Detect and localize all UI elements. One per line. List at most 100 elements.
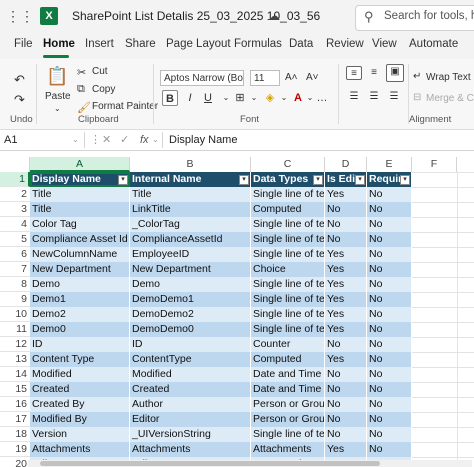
cell-data-type[interactable]: Single line of text xyxy=(251,322,325,337)
cell-is-edit[interactable]: Yes xyxy=(325,322,367,337)
cell-display-name[interactable]: Attachments xyxy=(30,442,130,457)
row-header[interactable]: 19 xyxy=(0,442,30,457)
align-center-icon[interactable]: ☰ xyxy=(366,90,382,104)
merge-icon[interactable]: ⊟ xyxy=(413,92,421,103)
filter-dropdown-icon[interactable]: ▾ xyxy=(239,175,249,185)
tab-formulas[interactable]: Formulas xyxy=(234,38,282,50)
redo-icon[interactable]: ↷ xyxy=(14,92,25,108)
wrap-text-button[interactable]: Wrap Text xyxy=(426,72,471,83)
tab-home[interactable]: Home xyxy=(43,38,75,50)
cell-internal-name[interactable]: New Department xyxy=(130,262,251,277)
cell-data-type[interactable]: Single line of text xyxy=(251,427,325,442)
formula-input[interactable]: Display Name xyxy=(162,132,237,148)
row-header[interactable]: 7 xyxy=(0,262,30,277)
cell-is-edit[interactable]: Yes xyxy=(325,247,367,262)
cell-is-edit[interactable]: Yes xyxy=(325,262,367,277)
cell-data-type[interactable]: Single line of text xyxy=(251,292,325,307)
cell-data-type[interactable]: Choice xyxy=(251,262,325,277)
cell-is-edit[interactable]: Yes xyxy=(325,187,367,202)
cut-button[interactable]: Cut xyxy=(92,66,108,77)
row-header[interactable]: 6 xyxy=(0,247,30,262)
cell-data-type[interactable]: Single line of text xyxy=(251,307,325,322)
cell-data-type[interactable]: Single line of text xyxy=(251,187,325,202)
enter-icon[interactable]: ✓ xyxy=(120,132,129,148)
paste-chevron-icon[interactable]: ⌄ xyxy=(54,104,61,113)
merge-button[interactable]: Merge & C xyxy=(426,93,474,104)
decrease-font-icon[interactable]: A˅ xyxy=(306,72,319,83)
cell-internal-name[interactable]: Demo xyxy=(130,277,251,292)
cell-display-name[interactable]: New Department xyxy=(30,262,130,277)
format-painter-button[interactable]: Format Painter xyxy=(92,101,158,112)
row-header[interactable]: 1 xyxy=(0,172,30,187)
align-bottom-icon[interactable]: ▣ xyxy=(386,64,404,82)
spreadsheet-grid[interactable]: A B C D E F 1 Display Name ▾ Internal Name ▾… xyxy=(0,151,474,467)
fx-icon[interactable]: fx xyxy=(140,132,149,148)
align-left-icon[interactable]: ☰ xyxy=(346,90,362,104)
tab-review[interactable]: Review xyxy=(326,38,364,50)
tab-file[interactable]: File xyxy=(14,38,33,50)
cell-data-type[interactable]: Single line of text xyxy=(251,232,325,247)
cell-data-type[interactable]: Computed xyxy=(251,352,325,367)
cell-display-name[interactable]: Demo xyxy=(30,277,130,292)
row-header[interactable]: 12 xyxy=(0,337,30,352)
cell-is-edit[interactable]: Yes xyxy=(325,277,367,292)
format-painter-icon[interactable]: 🖌 xyxy=(77,101,91,114)
copy-icon[interactable]: ⧉ xyxy=(77,83,85,96)
cell-display-name[interactable]: Modified xyxy=(30,367,130,382)
row-header[interactable]: 20 xyxy=(0,457,30,467)
cell-internal-name[interactable]: EmployeeID xyxy=(130,247,251,262)
row-header[interactable]: 10 xyxy=(0,307,30,322)
cell-display-name[interactable]: ID xyxy=(30,337,130,352)
filter-dropdown-icon[interactable]: ▾ xyxy=(400,175,410,185)
cell-internal-name[interactable]: Created xyxy=(130,382,251,397)
cell-data-type[interactable]: Single line of text xyxy=(251,277,325,292)
cell-is-edit[interactable]: No xyxy=(325,397,367,412)
cell-data-type[interactable]: Date and Time xyxy=(251,382,325,397)
cell-is-edit[interactable]: No xyxy=(325,232,367,247)
document-title[interactable]: SharePoint List Detalis 25_03_2025 10_03… xyxy=(72,9,320,23)
cell-required[interactable]: No xyxy=(367,232,412,247)
select-all-corner[interactable] xyxy=(0,157,30,172)
paste-icon[interactable]: 📋 xyxy=(46,66,68,87)
cell-display-name[interactable]: Demo1 xyxy=(30,292,130,307)
cell-is-edit[interactable]: No xyxy=(325,337,367,352)
tab-view[interactable]: View xyxy=(372,38,397,50)
tab-insert[interactable]: Insert xyxy=(85,38,114,50)
cell-data-type[interactable]: Single line of text xyxy=(251,217,325,232)
row-header[interactable]: 16 xyxy=(0,397,30,412)
align-top-icon[interactable]: ≡ xyxy=(346,66,362,80)
cell-internal-name[interactable]: _ColorTag xyxy=(130,217,251,232)
cell-required[interactable]: No xyxy=(367,412,412,427)
row-header[interactable]: 17 xyxy=(0,412,30,427)
row-header[interactable]: 13 xyxy=(0,352,30,367)
cell-internal-name[interactable]: Title xyxy=(130,187,251,202)
cell-required[interactable]: No xyxy=(367,217,412,232)
cell-display-name[interactable]: Created By xyxy=(30,397,130,412)
cell-required[interactable]: No xyxy=(367,382,412,397)
cell-internal-name[interactable]: ContentType xyxy=(130,352,251,367)
cell-required[interactable]: No xyxy=(367,277,412,292)
cell-data-type[interactable]: Counter xyxy=(251,337,325,352)
cell-required[interactable]: No xyxy=(367,292,412,307)
cut-icon[interactable]: ✂ xyxy=(77,66,86,79)
row-header[interactable]: 5 xyxy=(0,232,30,247)
row-header[interactable]: 18 xyxy=(0,427,30,442)
cell-is-edit[interactable]: Yes xyxy=(325,442,367,457)
cell-display-name[interactable]: NewColumnName xyxy=(30,247,130,262)
undo-icon[interactable]: ↶ xyxy=(14,72,25,88)
bold-button[interactable]: B xyxy=(162,90,178,106)
column-header-f[interactable]: F xyxy=(412,157,457,172)
italic-button[interactable]: I xyxy=(182,90,198,106)
search-box[interactable]: ⚲ xyxy=(355,5,474,31)
cell-is-edit[interactable]: Yes xyxy=(325,352,367,367)
tab-share[interactable]: Share xyxy=(125,38,156,50)
cell-data-type[interactable]: Person or Group xyxy=(251,412,325,427)
cell-internal-name[interactable]: Attachments xyxy=(130,442,251,457)
cell-display-name[interactable]: Title xyxy=(30,202,130,217)
cell-required[interactable]: No xyxy=(367,202,412,217)
saved-status-icon[interactable]: ☁ xyxy=(268,9,280,23)
cell-display-name[interactable]: Color Tag xyxy=(30,217,130,232)
align-middle-icon[interactable]: ≡ xyxy=(366,66,382,80)
column-header-b[interactable]: B xyxy=(130,157,251,172)
fx-chevron-icon[interactable]: ⌄ xyxy=(152,132,159,148)
